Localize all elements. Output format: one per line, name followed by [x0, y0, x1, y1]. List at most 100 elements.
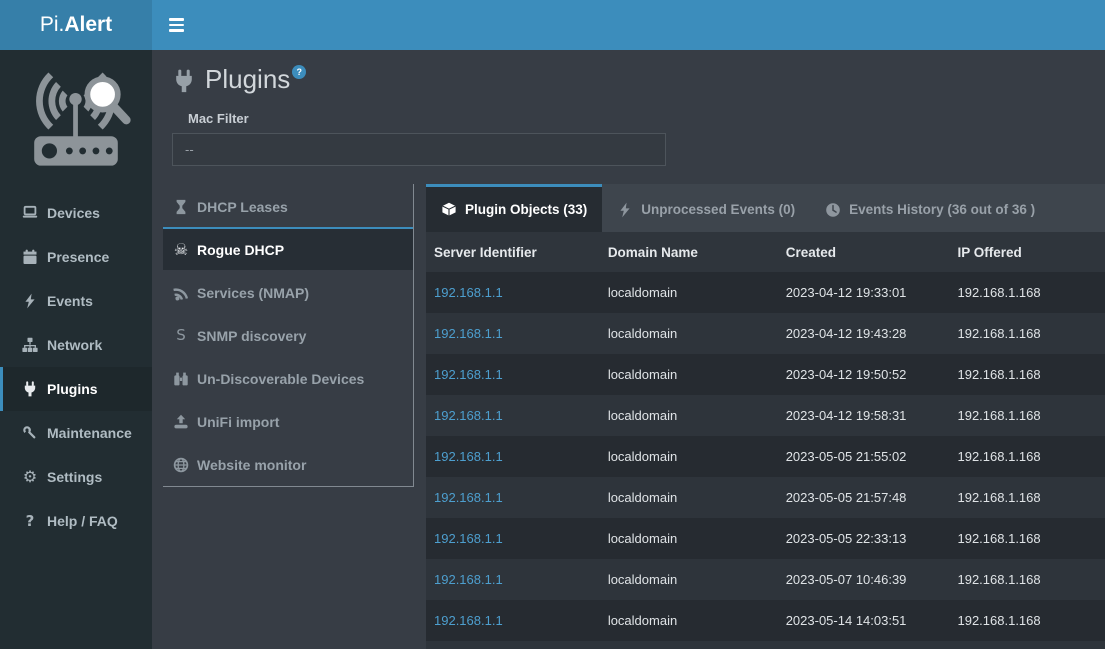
domain-cell: localdomain [600, 313, 778, 354]
ip-cell: 192.168.1.168 [949, 477, 1105, 518]
mac-filter-input[interactable] [172, 133, 666, 166]
bolt-icon [617, 202, 633, 218]
router-scan-logo [0, 50, 152, 191]
tab-events-history[interactable]: Events History (36 out of 36 ) [810, 184, 1050, 232]
main-content: Plugins ? Mac Filter DHCP Leases ☠ Rogue… [152, 50, 1105, 649]
sidebar-item-devices[interactable]: Devices [0, 191, 152, 235]
plugin-nav-unifi-import[interactable]: UniFi import [163, 399, 413, 442]
server-identifier-link[interactable]: 192.168.1.1 [434, 490, 503, 505]
sidebar-item-presence[interactable]: Presence [0, 235, 152, 279]
sidebar-item-help[interactable]: ? Help / FAQ [0, 499, 152, 543]
pialert-window: Pi.Alert [0, 0, 1105, 649]
plugin-nav-label: Un-Discoverable Devices [197, 371, 364, 387]
server-identifier-link[interactable]: 192.168.1.1 [434, 572, 503, 587]
ip-cell: 192.168.1.168 [949, 354, 1105, 395]
tab-unprocessed-events[interactable]: Unprocessed Events (0) [602, 184, 810, 232]
sidebar-item-label: Presence [47, 249, 109, 265]
plugin-objects-table: Server Identifier Domain Name Created IP… [426, 232, 1105, 649]
plugin-nav-label: SNMP discovery [197, 328, 306, 344]
plugin-nav-label: UniFi import [197, 414, 279, 430]
laptop-icon [22, 205, 38, 221]
plugin-nav-rogue-dhcp[interactable]: ☠ Rogue DHCP [163, 227, 413, 270]
bolt-icon [22, 293, 38, 309]
hourglass-icon [173, 199, 189, 215]
cube-icon [441, 202, 457, 218]
sidebar-item-settings[interactable]: ⚙ Settings [0, 455, 152, 499]
s-letter-icon: S [173, 328, 189, 344]
table-row: 192.168.1.1 localdomain 2023-04-12 19:58… [426, 395, 1105, 436]
created-cell: 2023-04-12 19:50:52 [778, 354, 950, 395]
upload-icon [173, 414, 189, 430]
sidebar-menu: Devices Presence Events Network Plugins [0, 191, 152, 543]
tab-plugin-objects[interactable]: Plugin Objects (33) [426, 184, 602, 232]
ip-cell: 192.168.1.168 [949, 395, 1105, 436]
created-cell: 2023-05-14 14:03:51 [778, 600, 950, 641]
created-cell: 2023-04-12 19:33:01 [778, 272, 950, 313]
clock-icon [825, 202, 841, 218]
mac-filter-label: Mac Filter [188, 111, 1105, 126]
sidebar-item-plugins[interactable]: Plugins [0, 367, 152, 411]
hamburger-icon[interactable] [152, 0, 201, 50]
plugin-nav: DHCP Leases ☠ Rogue DHCP Services (NMAP)… [163, 184, 414, 487]
binoculars-icon [173, 371, 189, 387]
sidebar: Devices Presence Events Network Plugins [0, 50, 152, 649]
created-cell: 2023-05-05 21:55:02 [778, 436, 950, 477]
sidebar-item-label: Maintenance [47, 425, 132, 441]
sidebar-item-label: Help / FAQ [47, 513, 118, 529]
tab-label: Events History (36 out of 36 ) [849, 202, 1035, 217]
col-domain-name[interactable]: Domain Name [600, 232, 778, 272]
sidebar-item-network[interactable]: Network [0, 323, 152, 367]
plugin-nav-dhcp-leases[interactable]: DHCP Leases [163, 184, 413, 227]
server-identifier-link[interactable]: 192.168.1.1 [434, 531, 503, 546]
table-row: 192.168.1.1 localdomain 2023-05-05 21:57… [426, 477, 1105, 518]
server-identifier-link[interactable]: 192.168.1.1 [434, 408, 503, 423]
table-row: 192.168.1.1 localdomain 2023-04-12 19:43… [426, 313, 1105, 354]
created-cell: 2023-04-12 19:43:28 [778, 313, 950, 354]
sidebar-item-maintenance[interactable]: Maintenance [0, 411, 152, 455]
domain-cell: localdomain [600, 436, 778, 477]
plug-icon [22, 381, 38, 397]
col-created[interactable]: Created [778, 232, 950, 272]
plugin-nav-undiscoverable-devices[interactable]: Un-Discoverable Devices [163, 356, 413, 399]
domain-cell: localdomain [600, 559, 778, 600]
created-cell: 2023-04-12 19:58:31 [778, 395, 950, 436]
wrench-icon [22, 425, 38, 441]
sidebar-item-label: Settings [47, 469, 102, 485]
plugin-nav-label: Services (NMAP) [197, 285, 309, 301]
server-identifier-link[interactable]: 192.168.1.1 [434, 285, 503, 300]
server-identifier-link[interactable]: 192.168.1.1 [434, 367, 503, 382]
domain-cell: localdomain [600, 272, 778, 313]
brand-logo[interactable]: Pi.Alert [0, 0, 152, 50]
sidebar-item-events[interactable]: Events [0, 279, 152, 323]
server-identifier-link[interactable]: 192.168.1.1 [434, 613, 503, 628]
brand-prefix: Pi. [40, 13, 65, 37]
col-ip-offered[interactable]: IP Offered [949, 232, 1105, 272]
domain-cell: localdomain [600, 600, 778, 641]
ip-cell: 192.168.1.168 [949, 313, 1105, 354]
plugin-detail: Plugin Objects (33) Unprocessed Events (… [426, 184, 1105, 649]
table-header-row: Server Identifier Domain Name Created IP… [426, 232, 1105, 272]
ip-cell: 192.168.1.168 [949, 518, 1105, 559]
plugin-nav-label: DHCP Leases [197, 199, 288, 215]
navbar-bar [152, 0, 1105, 50]
gear-icon: ⚙ [22, 469, 38, 485]
plug-icon [172, 69, 196, 93]
domain-cell: localdomain [600, 354, 778, 395]
col-server-identifier[interactable]: Server Identifier [426, 232, 600, 272]
plugin-nav-website-monitor[interactable]: Website monitor [163, 442, 413, 485]
page-title: Plugins [205, 62, 290, 96]
skull-icon: ☠ [173, 242, 189, 258]
globe-icon [173, 457, 189, 473]
help-badge[interactable]: ? [292, 65, 306, 79]
server-identifier-link[interactable]: 192.168.1.1 [434, 326, 503, 341]
table-row-partial [426, 641, 1105, 649]
plugin-nav-snmp-discovery[interactable]: S SNMP discovery [163, 313, 413, 356]
server-identifier-link[interactable]: 192.168.1.1 [434, 449, 503, 464]
plugin-nav-services-nmap[interactable]: Services (NMAP) [163, 270, 413, 313]
top-navbar: Pi.Alert [0, 0, 1105, 50]
domain-cell: localdomain [600, 518, 778, 559]
ip-cell: 192.168.1.168 [949, 559, 1105, 600]
sidebar-item-label: Events [47, 293, 93, 309]
created-cell: 2023-05-05 22:33:13 [778, 518, 950, 559]
table-row: 192.168.1.1 localdomain 2023-05-14 14:03… [426, 600, 1105, 641]
